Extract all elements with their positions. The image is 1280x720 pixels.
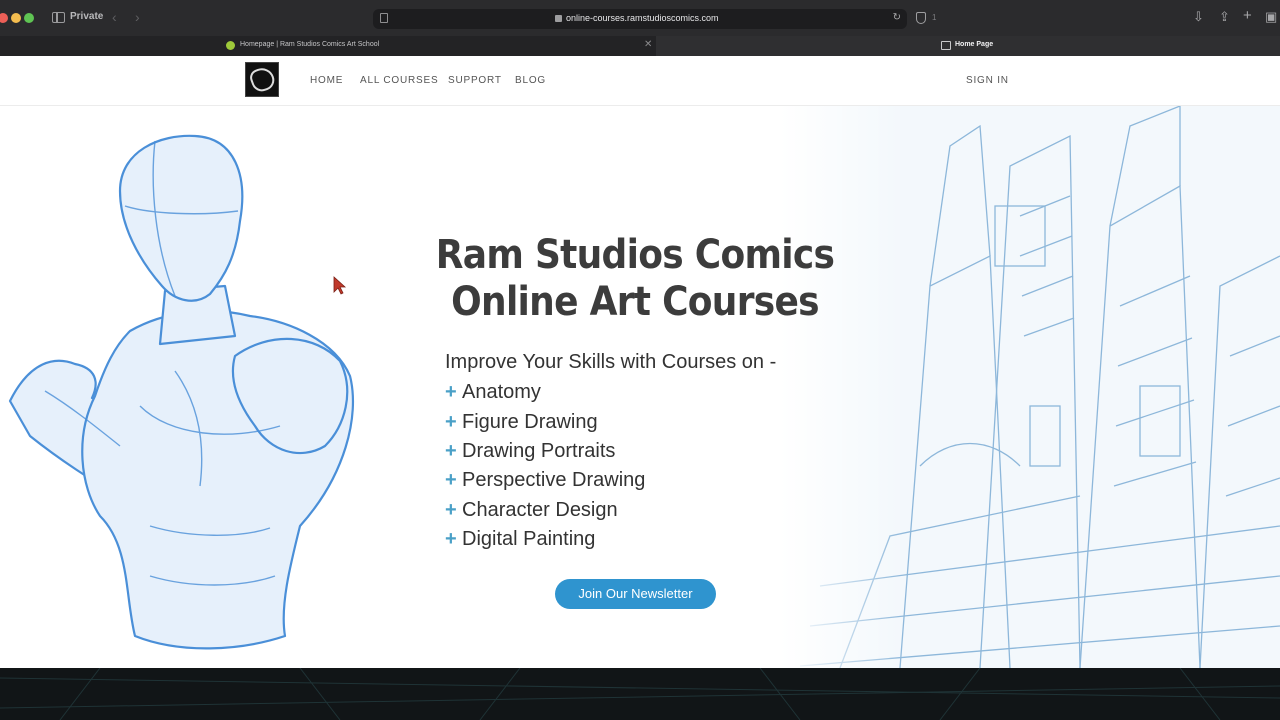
join-newsletter-button[interactable]: Join Our Newsletter	[555, 579, 716, 609]
list-item: + Anatomy	[445, 378, 645, 407]
list-item: + Character Design	[445, 496, 645, 525]
anatomy-sketch-illustration	[8, 134, 355, 650]
back-arrow-icon[interactable]: ‹	[112, 9, 117, 25]
site-header: HOME ALL COURSES SUPPORT BLOG SIGN IN	[0, 56, 1280, 106]
address-bar[interactable]: online-courses.ramstudioscomics.com ↻	[373, 9, 907, 29]
download-icon[interactable]: ⇩	[1193, 9, 1204, 25]
course-label: Anatomy	[462, 381, 541, 404]
course-label: Drawing Portraits	[462, 439, 616, 462]
course-label: Figure Drawing	[462, 410, 598, 433]
zoom-window-button[interactable]	[24, 13, 34, 23]
sidebar-toggle-icon[interactable]	[52, 12, 65, 23]
nav-home[interactable]: HOME	[310, 75, 343, 86]
tab-home-page[interactable]: Home Page	[656, 36, 1280, 56]
list-item: + Digital Painting	[445, 525, 645, 554]
browser-toolbar: Private ‹ › online-courses.ramstudioscom…	[0, 0, 1280, 36]
hero-title-line-2: Online Art Courses	[451, 279, 819, 325]
tab-close-icon[interactable]: ✕	[644, 39, 652, 50]
favicon-icon	[226, 41, 235, 50]
nav-blog[interactable]: BLOG	[515, 75, 546, 86]
course-list: + Anatomy + Figure Drawing + Drawing Portra…	[445, 378, 645, 554]
shield-count: 1	[932, 13, 937, 22]
plus-icon: +	[445, 439, 457, 462]
plus-icon: +	[445, 498, 457, 521]
lock-icon	[555, 15, 562, 22]
minimize-window-button[interactable]	[11, 13, 21, 23]
tab-overview-icon[interactable]: ▣	[1265, 9, 1277, 25]
list-item: + Perspective Drawing	[445, 466, 645, 495]
page-settings-icon[interactable]	[380, 13, 388, 23]
nav-all-courses[interactable]: ALL COURSES	[360, 75, 438, 86]
hero-subtitle: Improve Your Skills with Courses on -	[445, 351, 777, 373]
forward-arrow-icon[interactable]: ›	[135, 9, 140, 25]
tab-homepage[interactable]: Homepage | Ram Studios Comics Art School	[0, 36, 640, 56]
shield-icon[interactable]	[916, 12, 926, 24]
browser-chrome: Private ‹ › online-courses.ramstudioscom…	[0, 0, 1280, 56]
nav-support[interactable]: SUPPORT	[448, 75, 502, 86]
close-window-button[interactable]	[0, 13, 8, 23]
course-label: Digital Painting	[462, 528, 596, 551]
new-tab-icon[interactable]: +	[1243, 7, 1252, 24]
footer-background	[0, 668, 1280, 720]
mouse-cursor-icon	[333, 276, 347, 295]
plus-icon: +	[445, 410, 457, 433]
plus-icon: +	[445, 528, 457, 551]
share-icon[interactable]: ⇪	[1219, 9, 1230, 25]
course-label: Character Design	[462, 498, 618, 521]
sign-in-link[interactable]: SIGN IN	[966, 75, 1009, 86]
cityscape-sketch-illustration	[780, 106, 1280, 668]
reload-icon[interactable]: ↻	[893, 12, 901, 23]
tab-page-icon	[941, 41, 951, 50]
tab-title: Home Page	[955, 41, 994, 48]
list-item: + Drawing Portraits	[445, 437, 645, 466]
url-text[interactable]: online-courses.ramstudioscomics.com	[566, 13, 719, 23]
hero-title-line-1: Ram Studios Comics	[435, 232, 835, 278]
tab-strip: Homepage | Ram Studios Comics Art School…	[0, 36, 1280, 56]
private-label: Private	[70, 11, 104, 22]
tab-title: Homepage | Ram Studios Comics Art School	[240, 41, 380, 48]
website: HOME ALL COURSES SUPPORT BLOG SIGN IN Ra…	[0, 56, 1280, 668]
course-label: Perspective Drawing	[462, 469, 646, 492]
list-item: + Figure Drawing	[445, 407, 645, 436]
plus-icon: +	[445, 381, 457, 404]
logo[interactable]	[245, 62, 279, 97]
plus-icon: +	[445, 469, 457, 492]
logo-mark	[247, 64, 278, 95]
hero-title: Ram Studios Comics Online Art Courses	[424, 232, 847, 326]
